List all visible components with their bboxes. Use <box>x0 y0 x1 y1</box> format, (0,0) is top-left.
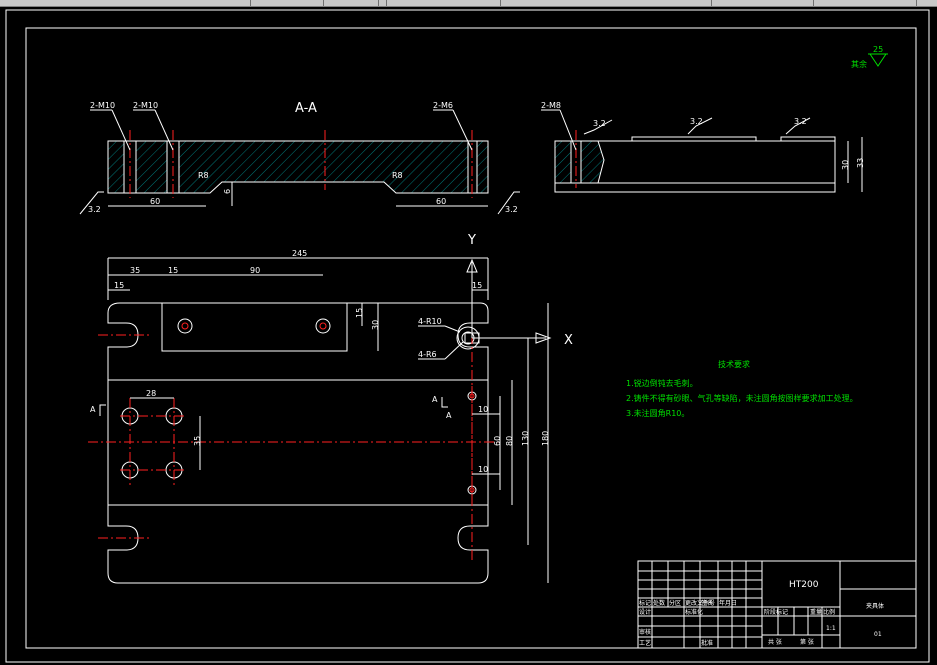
tech-title: 技术要求 <box>718 359 750 369</box>
svg-text:2-M8: 2-M8 <box>541 101 561 110</box>
svg-text:第 张: 第 张 <box>800 638 814 646</box>
svg-text:245: 245 <box>292 249 307 258</box>
svg-text:60: 60 <box>436 197 446 206</box>
global-roughness-symbol: 其余 25 <box>851 45 888 69</box>
plan-slot-recess <box>161 302 348 352</box>
svg-text:10: 10 <box>478 405 488 414</box>
svg-text:签名: 签名 <box>701 599 713 607</box>
svg-text:X: X <box>564 333 573 348</box>
plan-outline <box>107 302 489 584</box>
svg-text:35: 35 <box>130 266 140 275</box>
svg-text:15: 15 <box>114 281 124 290</box>
svg-text:2-M10: 2-M10 <box>90 101 115 110</box>
svg-text:分区: 分区 <box>669 599 681 607</box>
svg-text:比例: 比例 <box>823 608 835 616</box>
cad-drawing-canvas[interactable]: 其余 25 A-A 2-M10 2-M10 2-M6 R8 R8 60 60 6 <box>0 6 937 665</box>
svg-text:130: 130 <box>521 431 530 446</box>
drawing-number: 01 <box>874 631 882 638</box>
svg-text:30: 30 <box>841 160 850 170</box>
svg-text:R8: R8 <box>198 171 209 180</box>
svg-text:60: 60 <box>493 436 502 446</box>
svg-text:设计: 设计 <box>639 608 651 616</box>
part-name: 夹具体 <box>866 602 884 610</box>
svg-text:90: 90 <box>250 266 260 275</box>
svg-text:3.2: 3.2 <box>88 205 101 214</box>
svg-text:28: 28 <box>146 389 156 398</box>
svg-text:10: 10 <box>478 465 488 474</box>
svg-text:4-R6: 4-R6 <box>418 350 437 359</box>
svg-text:15: 15 <box>472 281 482 290</box>
technical-requirements: 技术要求 1.锐边倒钝去毛刺。 2.铸件不得有砂眼、气孔等缺陷，未注圆角按图样要… <box>626 359 858 418</box>
svg-text:审核: 审核 <box>639 628 651 636</box>
plan-holes <box>121 318 480 495</box>
svg-text:2-M10: 2-M10 <box>133 101 158 110</box>
tech-note-1: 1.锐边倒钝去毛刺。 <box>626 378 698 388</box>
tech-note-3: 3.未注圆角R10。 <box>626 408 689 418</box>
section-view-aa: A-A 2-M10 2-M10 2-M6 R8 R8 60 60 6 3.2 3… <box>79 101 520 215</box>
svg-text:其余: 其余 <box>851 59 867 69</box>
svg-text:标准化: 标准化 <box>685 608 703 616</box>
svg-text:3.2: 3.2 <box>593 119 606 128</box>
svg-text:A: A <box>432 395 438 404</box>
svg-text:A: A <box>90 405 96 414</box>
section-body <box>107 140 489 194</box>
svg-text:25: 25 <box>873 45 883 54</box>
section-title: A-A <box>295 101 317 116</box>
svg-text:80: 80 <box>505 436 514 446</box>
svg-text:15: 15 <box>168 266 178 275</box>
svg-text:阶段标记: 阶段标记 <box>764 608 788 616</box>
svg-text:3.2: 3.2 <box>690 117 703 126</box>
svg-text:180: 180 <box>541 431 550 446</box>
svg-text:4-R10: 4-R10 <box>418 317 442 326</box>
svg-text:重量: 重量 <box>810 608 822 616</box>
svg-text:A: A <box>446 411 452 420</box>
svg-text:R8: R8 <box>392 171 403 180</box>
svg-text:3.2: 3.2 <box>505 205 518 214</box>
plan-view: Y X 245 35 15 90 15 15 15 30 60 80 130 1… <box>88 233 573 584</box>
side-view: 2-M8 3.2 3.2 3.2 30 33 <box>541 101 865 193</box>
svg-text:年月日: 年月日 <box>719 599 737 607</box>
svg-text:3.2: 3.2 <box>794 117 807 126</box>
svg-text:15: 15 <box>355 308 364 318</box>
svg-text:30: 30 <box>371 320 380 330</box>
tech-note-2: 2.铸件不得有砂眼、气孔等缺陷，未注圆角按图样要求加工处理。 <box>626 393 858 403</box>
svg-text:标记: 标记 <box>639 599 651 607</box>
scale: 1:1 <box>826 625 836 632</box>
svg-text:处数: 处数 <box>653 599 665 607</box>
svg-text:33: 33 <box>856 158 865 168</box>
svg-text:批准: 批准 <box>701 639 713 647</box>
svg-text:Y: Y <box>467 233 476 248</box>
material: HT200 <box>789 580 819 590</box>
svg-text:2-M6: 2-M6 <box>433 101 453 110</box>
svg-text:共 张: 共 张 <box>768 638 782 646</box>
svg-text:工艺: 工艺 <box>639 639 651 647</box>
svg-text:60: 60 <box>150 197 160 206</box>
svg-text:6: 6 <box>223 189 232 194</box>
svg-text:35: 35 <box>193 436 202 446</box>
